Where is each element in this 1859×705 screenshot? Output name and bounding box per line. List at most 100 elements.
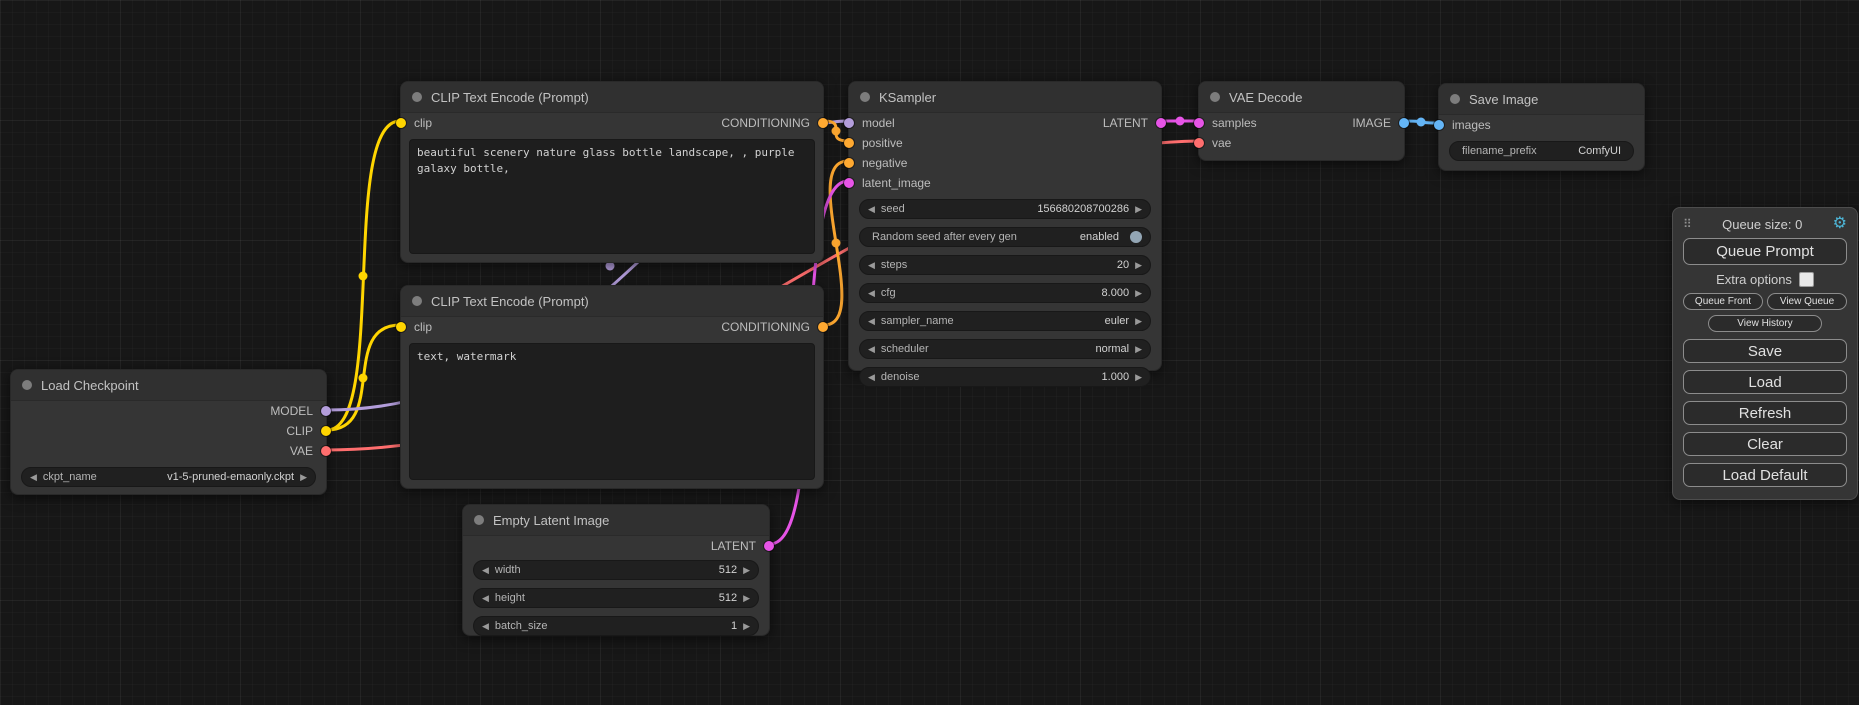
widget-value: 512: [719, 564, 737, 576]
clear-button[interactable]: Clear: [1683, 432, 1847, 456]
widget-value: 1.000: [1102, 371, 1130, 383]
decrement-arrow-icon[interactable]: ◀: [30, 473, 37, 482]
widget-filename-prefix[interactable]: filename_prefix ComfyUI: [1449, 141, 1634, 161]
node-title-bar[interactable]: CLIP Text Encode (Prompt): [401, 82, 823, 113]
input-dot-vae[interactable]: [1194, 138, 1204, 148]
view-queue-button[interactable]: View Queue: [1767, 293, 1847, 310]
increment-arrow-icon[interactable]: ▶: [743, 622, 750, 631]
input-dot-positive[interactable]: [844, 138, 854, 148]
node-empty-latent-image[interactable]: Empty Latent Image LATENT ◀ width 512 ▶ …: [462, 504, 770, 636]
widget-batch-size[interactable]: ◀ batch_size 1 ▶: [473, 616, 759, 636]
decrement-arrow-icon[interactable]: ◀: [482, 622, 489, 631]
load-button[interactable]: Load: [1683, 370, 1847, 394]
output-dot-vae[interactable]: [321, 446, 331, 456]
output-dot-image[interactable]: [1399, 118, 1409, 128]
increment-arrow-icon[interactable]: ▶: [1135, 317, 1142, 326]
decrement-arrow-icon[interactable]: ◀: [868, 289, 875, 298]
node-clip-text-encode-positive[interactable]: CLIP Text Encode (Prompt) clip CONDITION…: [400, 81, 824, 263]
decrement-arrow-icon[interactable]: ◀: [868, 345, 875, 354]
increment-arrow-icon[interactable]: ▶: [1135, 205, 1142, 214]
output-dot-model[interactable]: [321, 406, 331, 416]
link-midpoint-dot: [359, 374, 368, 383]
increment-arrow-icon[interactable]: ▶: [1135, 345, 1142, 354]
save-button[interactable]: Save: [1683, 339, 1847, 363]
collapse-dot-icon[interactable]: [412, 92, 422, 102]
negative-prompt-textarea[interactable]: text, watermark: [409, 343, 815, 480]
drag-handle-icon[interactable]: ⠿: [1683, 217, 1692, 231]
increment-arrow-icon[interactable]: ▶: [1135, 261, 1142, 270]
decrement-arrow-icon[interactable]: ◀: [868, 261, 875, 270]
output-dot-conditioning[interactable]: [818, 322, 828, 332]
link-midpoint-dot: [832, 239, 841, 248]
collapse-dot-icon[interactable]: [1210, 92, 1220, 102]
widget-name: Random seed after every gen: [872, 231, 1017, 243]
collapse-dot-icon[interactable]: [412, 296, 422, 306]
widget-name: filename_prefix: [1462, 145, 1537, 157]
node-ksampler[interactable]: KSampler model LATENT positive negative …: [848, 81, 1162, 371]
widget-ckpt-name[interactable]: ◀ ckpt_name v1-5-pruned-emaonly.ckpt ▶: [21, 467, 316, 487]
node-title-bar[interactable]: VAE Decode: [1199, 82, 1404, 113]
settings-gear-icon[interactable]: ⚙: [1833, 216, 1847, 232]
queue-prompt-button[interactable]: Queue Prompt: [1683, 238, 1847, 265]
collapse-dot-icon[interactable]: [22, 380, 32, 390]
widget-sampler-name[interactable]: ◀ sampler_name euler ▶: [859, 311, 1151, 331]
decrement-arrow-icon[interactable]: ◀: [868, 373, 875, 382]
node-title-bar[interactable]: CLIP Text Encode (Prompt): [401, 286, 823, 317]
node-title: VAE Decode: [1229, 90, 1302, 105]
slot-row: model LATENT: [849, 113, 1161, 133]
view-history-button[interactable]: View History: [1708, 315, 1823, 332]
input-dot-latent-image[interactable]: [844, 178, 854, 188]
input-dot-model[interactable]: [844, 118, 854, 128]
widget-seed[interactable]: ◀ seed 156680208700286 ▶: [859, 199, 1151, 219]
increment-arrow-icon[interactable]: ▶: [1135, 289, 1142, 298]
output-dot-clip[interactable]: [321, 426, 331, 436]
increment-arrow-icon[interactable]: ▶: [1135, 373, 1142, 382]
load-default-button[interactable]: Load Default: [1683, 463, 1847, 487]
widget-height[interactable]: ◀ height 512 ▶: [473, 588, 759, 608]
input-dot-samples[interactable]: [1194, 118, 1204, 128]
extra-options-row: Extra options: [1683, 272, 1847, 287]
widget-denoise[interactable]: ◀ denoise 1.000 ▶: [859, 367, 1151, 387]
decrement-arrow-icon[interactable]: ◀: [482, 594, 489, 603]
widget-width[interactable]: ◀ width 512 ▶: [473, 560, 759, 580]
widget-random-seed-toggle[interactable]: Random seed after every gen enabled: [859, 227, 1151, 247]
input-dot-clip[interactable]: [396, 322, 406, 332]
widget-scheduler[interactable]: ◀ scheduler normal ▶: [859, 339, 1151, 359]
queue-panel[interactable]: ⠿ Queue size: 0 ⚙ Queue Prompt Extra opt…: [1672, 207, 1858, 500]
node-save-image[interactable]: Save Image images filename_prefix ComfyU…: [1438, 83, 1645, 171]
input-dot-negative[interactable]: [844, 158, 854, 168]
output-label-clip: CLIP: [286, 424, 313, 438]
widget-cfg[interactable]: ◀ cfg 8.000 ▶: [859, 283, 1151, 303]
extra-options-checkbox[interactable]: [1799, 272, 1814, 287]
decrement-arrow-icon[interactable]: ◀: [482, 566, 489, 575]
widget-steps[interactable]: ◀ steps 20 ▶: [859, 255, 1151, 275]
node-load-checkpoint[interactable]: Load Checkpoint MODEL CLIP VAE ◀ ckpt_na…: [10, 369, 327, 495]
node-vae-decode[interactable]: VAE Decode samples IMAGE vae: [1198, 81, 1405, 161]
output-dot-conditioning[interactable]: [818, 118, 828, 128]
collapse-dot-icon[interactable]: [474, 515, 484, 525]
output-dot-latent[interactable]: [1156, 118, 1166, 128]
decrement-arrow-icon[interactable]: ◀: [868, 317, 875, 326]
output-dot-latent[interactable]: [764, 541, 774, 551]
collapse-dot-icon[interactable]: [1450, 94, 1460, 104]
increment-arrow-icon[interactable]: ▶: [300, 473, 307, 482]
comfyui-canvas[interactable]: { "icons": { "left_arrow": "◀", "right_a…: [0, 0, 1859, 705]
toggle-knob-icon[interactable]: [1130, 231, 1142, 243]
positive-prompt-textarea[interactable]: beautiful scenery nature glass bottle la…: [409, 139, 815, 254]
refresh-button[interactable]: Refresh: [1683, 401, 1847, 425]
collapse-dot-icon[interactable]: [860, 92, 870, 102]
decrement-arrow-icon[interactable]: ◀: [868, 205, 875, 214]
input-dot-clip[interactable]: [396, 118, 406, 128]
node-title-bar[interactable]: KSampler: [849, 82, 1161, 113]
widget-name: seed: [881, 203, 905, 215]
increment-arrow-icon[interactable]: ▶: [743, 594, 750, 603]
widget-value: v1-5-pruned-emaonly.ckpt: [167, 471, 294, 483]
node-title-bar[interactable]: Empty Latent Image: [463, 505, 769, 536]
input-label-positive: positive: [862, 136, 903, 150]
node-title-bar[interactable]: Save Image: [1439, 84, 1644, 115]
node-title-bar[interactable]: Load Checkpoint: [11, 370, 326, 401]
increment-arrow-icon[interactable]: ▶: [743, 566, 750, 575]
node-clip-text-encode-negative[interactable]: CLIP Text Encode (Prompt) clip CONDITION…: [400, 285, 824, 489]
queue-front-button[interactable]: Queue Front: [1683, 293, 1763, 310]
input-dot-images[interactable]: [1434, 120, 1444, 130]
